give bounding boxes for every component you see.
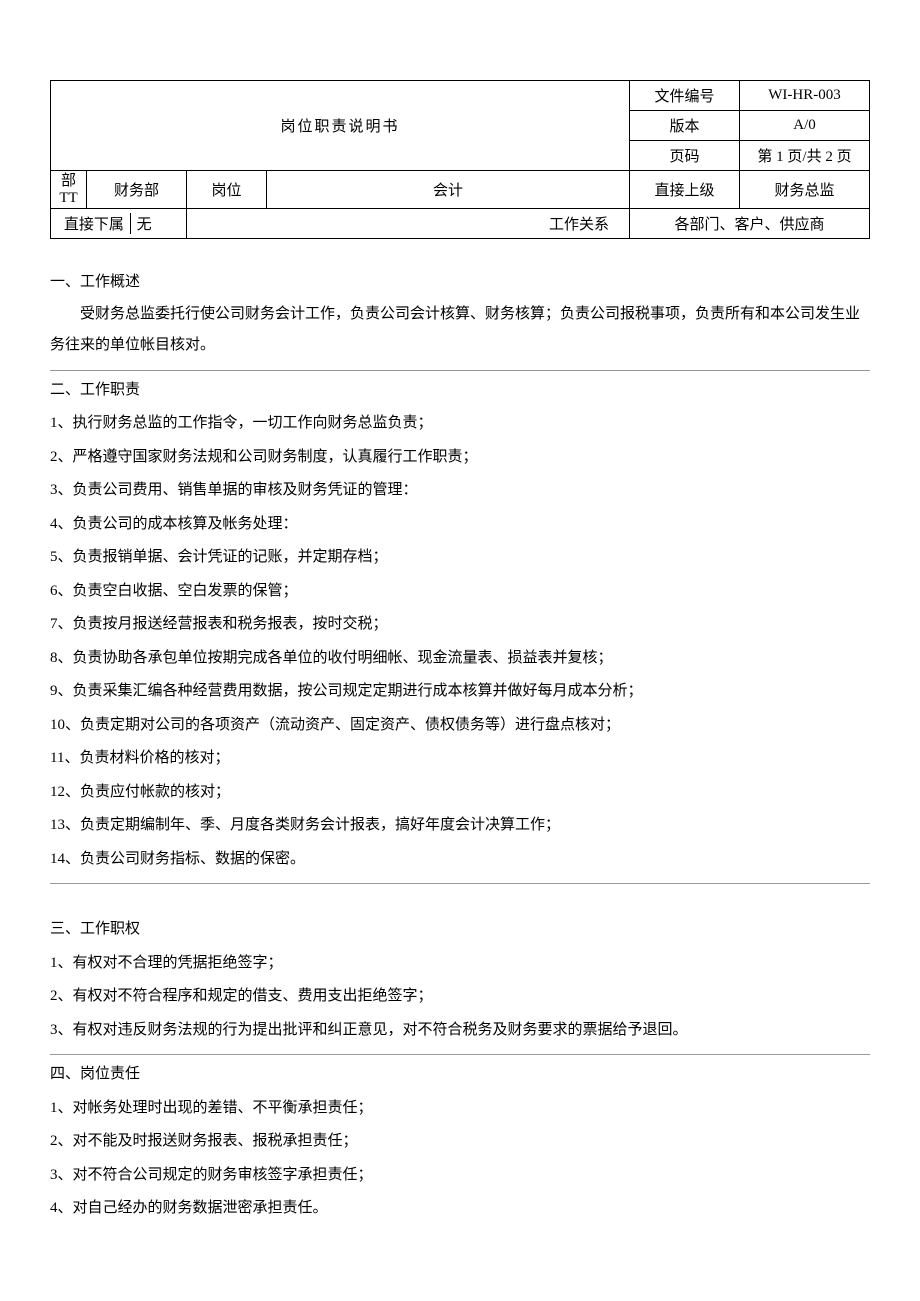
page-label: 页码 bbox=[630, 141, 740, 171]
list-item: 3、有权对违反财务法规的行为提出批评和纠正意见，对不符合税务及财务要求的票据给予… bbox=[50, 1015, 870, 1047]
divider bbox=[50, 883, 870, 884]
section-3-title: 三、工作职权 bbox=[50, 914, 870, 946]
list-item: 7、负责按月报送经营报表和税务报表，按时交税； bbox=[50, 609, 870, 641]
relation-label: 工作关系 bbox=[187, 209, 630, 239]
header-table: 岗位职责说明书 文件编号 WI-HR-003 版本 A/0 页码 第 1 页/共… bbox=[50, 80, 870, 239]
list-item: 4、负责公司的成本核算及帐务处理： bbox=[50, 509, 870, 541]
list-item: 4、对自己经办的财务数据泄密承担责任。 bbox=[50, 1193, 870, 1225]
section-1-body: 受财务总监委托行使公司财务会计工作，负责公司会计核算、财务核算；负责公司报税事项… bbox=[50, 299, 870, 362]
list-item: 8、负责协助各承包单位按期完成各单位的收付明细帐、现金流量表、损益表并复核； bbox=[50, 643, 870, 675]
version-label: 版本 bbox=[630, 111, 740, 141]
dept: 财务部 bbox=[87, 171, 187, 209]
relation: 各部门、客户、供应商 bbox=[630, 209, 870, 239]
section-4-title: 四、岗位责任 bbox=[50, 1059, 870, 1091]
list-item: 10、负责定期对公司的各项资产（流动资产、固定资产、债权债务等）进行盘点核对； bbox=[50, 710, 870, 742]
supervisor: 财务总监 bbox=[740, 171, 870, 209]
divider bbox=[50, 1054, 870, 1055]
list-item: 5、负责报销单据、会计凭证的记账，并定期存档； bbox=[50, 542, 870, 574]
list-item: 11、负责材料价格的核对； bbox=[50, 743, 870, 775]
dept-label: 部 TT bbox=[51, 171, 87, 209]
list-item: 2、有权对不符合程序和规定的借支、费用支出拒绝签字； bbox=[50, 981, 870, 1013]
list-item: 2、严格遵守国家财务法规和公司财务制度，认真履行工作职责； bbox=[50, 442, 870, 474]
list-item: 2、对不能及时报送财务报表、报税承担责任； bbox=[50, 1126, 870, 1158]
position: 会计 bbox=[267, 171, 630, 209]
list-item: 14、负责公司财务指标、数据的保密。 bbox=[50, 844, 870, 876]
list-item: 1、有权对不合理的凭据拒绝签字； bbox=[50, 948, 870, 980]
list-item: 12、负责应付帐款的核对； bbox=[50, 777, 870, 809]
supervisor-label: 直接上级 bbox=[630, 171, 740, 209]
position-label: 岗位 bbox=[187, 171, 267, 209]
list-item: 1、执行财务总监的工作指令，一切工作向财务总监负责； bbox=[50, 408, 870, 440]
doc-no: WI-HR-003 bbox=[740, 81, 870, 111]
doc-no-label: 文件编号 bbox=[630, 81, 740, 111]
version: A/0 bbox=[740, 111, 870, 141]
section-2-title: 二、工作职责 bbox=[50, 375, 870, 407]
document-body: 一、工作概述 受财务总监委托行使公司财务会计工作，负责公司会计核算、财务核算；负… bbox=[50, 267, 870, 1225]
list-item: 9、负责采集汇编各种经营费用数据，按公司规定定期进行成本核算并做好每月成本分析； bbox=[50, 676, 870, 708]
list-item: 3、负责公司费用、销售单据的审核及财务凭证的管理： bbox=[50, 475, 870, 507]
list-item: 3、对不符合公司规定的财务审核签字承担责任； bbox=[50, 1160, 870, 1192]
divider bbox=[50, 370, 870, 371]
section-1-title: 一、工作概述 bbox=[50, 267, 870, 299]
list-item: 13、负责定期编制年、季、月度各类财务会计报表，搞好年度会计决算工作； bbox=[50, 810, 870, 842]
doc-title: 岗位职责说明书 bbox=[51, 81, 630, 171]
subordinate-label: 直接下属无 bbox=[51, 209, 187, 239]
list-item: 1、对帐务处理时出现的差错、不平衡承担责任； bbox=[50, 1093, 870, 1125]
list-item: 6、负责空白收据、空白发票的保管； bbox=[50, 576, 870, 608]
page: 第 1 页/共 2 页 bbox=[740, 141, 870, 171]
